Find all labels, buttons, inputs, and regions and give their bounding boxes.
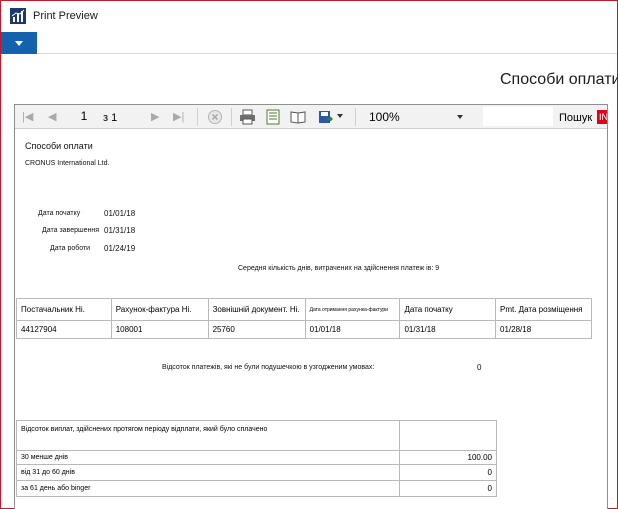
column-header: Рахунок-фактура Ні. <box>110 298 209 321</box>
report-title: Способи оплати <box>25 141 93 151</box>
toolbar-separator <box>355 108 356 126</box>
page-count: з 1 <box>103 112 118 124</box>
table-header-row: Постачальник Ні. Рахунок-фактура Ні. Зов… <box>16 298 592 321</box>
column-header: Постачальник Ні. <box>16 298 112 321</box>
first-page-icon[interactable]: |◀ <box>22 109 33 125</box>
param-label: Дата роботи <box>50 245 91 252</box>
table-cell: 30 менше днів <box>15 450 401 465</box>
toolbar-separator <box>231 108 232 126</box>
table-cell: за 61 день або binger <box>15 480 401 497</box>
ribbon-collapse-button[interactable] <box>1 32 37 54</box>
window-title: Print Preview <box>33 10 98 22</box>
page-number-input[interactable]: 1 <box>73 108 95 125</box>
toolbar-separator <box>197 108 198 126</box>
previous-page-icon[interactable]: ◀ <box>48 109 56 125</box>
param-label: Дата завершення <box>42 227 100 234</box>
table-row: 44127904 108001 25760 01/01/18 01/31/18 … <box>16 320 592 339</box>
param-label: Дата початку <box>38 210 81 217</box>
table-row: 30 менше днів 100.00 <box>15 450 497 465</box>
stop-icon[interactable] <box>207 109 223 125</box>
chevron-down-icon <box>15 41 23 46</box>
table-cell: 25760 <box>207 320 306 339</box>
column-header: Дата початку <box>399 298 497 321</box>
viewer-toolbar: |◀ ◀ 1 з 1 ▶ ▶| 100% Пошук IN <box>15 105 607 129</box>
table-cell: 0 <box>399 480 497 497</box>
table-cell: 108001 <box>110 320 209 339</box>
table-header-row: Відсоток виплат, здійснених протягом пер… <box>15 420 497 451</box>
zoom-select[interactable]: 100% <box>365 108 465 126</box>
print-icon[interactable] <box>239 109 256 125</box>
export-icon[interactable] <box>317 109 333 125</box>
table-row: від 31 до 60 днів 0 <box>15 464 497 481</box>
zoom-value: 100% <box>369 110 400 124</box>
param-value: 01/31/18 <box>104 226 136 235</box>
next-page-icon[interactable]: ▶ <box>151 109 159 125</box>
page-setup-icon[interactable] <box>290 109 306 125</box>
print-layout-icon[interactable] <box>265 109 281 125</box>
table-cell: 01/31/18 <box>399 320 497 339</box>
table-cell <box>399 420 497 451</box>
title-bar: Print Preview <box>1 1 617 31</box>
table-cell: 01/01/18 <box>304 320 401 339</box>
column-header: Дата отримання рахунка-фактури <box>304 298 401 321</box>
table-cell: 100.00 <box>399 450 497 465</box>
table-cell: 01/28/18 <box>495 320 592 339</box>
pct-not-extended-label: Відсоток платежів, які не були подушечко… <box>162 364 375 371</box>
report-company: CRONUS International Ltd. <box>25 160 110 167</box>
column-header: Відсоток виплат, здійснених протягом пер… <box>15 420 401 451</box>
column-header: Зовнішній документ. Ні. <box>207 298 306 321</box>
page-title: Способи оплати <box>500 71 618 88</box>
search-label[interactable]: Пошук <box>559 109 592 125</box>
table-cell: від 31 до 60 днів <box>15 464 401 481</box>
param-value: 01/24/19 <box>104 244 136 253</box>
table-row: за 61 день або binger 0 <box>15 480 497 497</box>
pct-not-extended-value: 0 <box>477 363 482 372</box>
avg-days-text: Середня кількість днів, витрачених на зд… <box>238 265 440 272</box>
param-value: 01/01/18 <box>104 209 136 218</box>
search-input[interactable] <box>483 107 553 126</box>
column-header: Pmt. Дата розміщення <box>495 298 592 321</box>
chart-app-icon <box>10 8 26 24</box>
export-dropdown-icon[interactable] <box>337 114 343 118</box>
ribbon-divider <box>37 53 617 54</box>
search-badge: IN <box>597 110 607 124</box>
table-cell: 0 <box>399 464 497 481</box>
last-page-icon[interactable]: ▶| <box>173 109 184 125</box>
chevron-down-icon <box>457 115 463 119</box>
paid-percent-table: Відсоток виплат, здійснених протягом пер… <box>15 420 497 497</box>
table-cell: 44127904 <box>16 320 112 339</box>
invoice-table: Постачальник Ні. Рахунок-фактура Ні. Зов… <box>16 298 592 339</box>
